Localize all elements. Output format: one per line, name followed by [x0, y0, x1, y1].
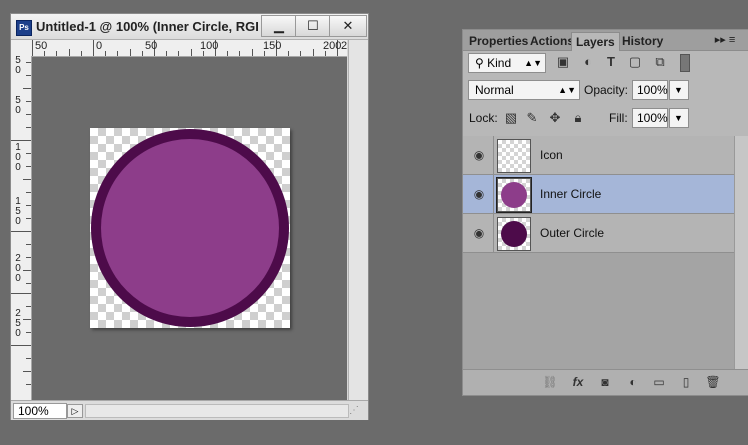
photoshop-app-icon: Ps — [16, 20, 32, 36]
eye-icon[interactable]: ◉ — [471, 148, 487, 162]
ruler-label: 1 0 0 — [15, 142, 21, 173]
layers-scrollbar[interactable] — [734, 136, 748, 369]
eye-icon[interactable]: ◉ — [471, 187, 487, 201]
ruler-label: 50 — [145, 40, 158, 52]
folder-icon[interactable]: ▭ — [650, 374, 668, 390]
ruler-label: 0 — [96, 40, 103, 52]
layer-name: Outer Circle — [540, 226, 605, 240]
opacity-chevron-icon[interactable]: ▼ — [669, 80, 689, 100]
fill-field[interactable]: 100% — [632, 108, 668, 128]
trash-icon[interactable]: 🗑︎ — [704, 374, 722, 390]
inner-circle-thumb — [501, 182, 527, 208]
blend-mode-value: Normal — [475, 83, 514, 97]
layer-thumbnail — [496, 177, 532, 213]
status-info-icon[interactable]: ▷ — [67, 404, 83, 418]
opacity-label: Opacity: — [584, 83, 629, 97]
ruler-label: 5 0 — [15, 95, 21, 116]
image-filter-icon[interactable]: ▣ — [555, 54, 571, 70]
layers-list: ◉ Icon ◉ Inner Circle ◉ Outer Circle — [463, 136, 734, 369]
document-canvas[interactable] — [90, 128, 290, 328]
close-button[interactable]: ✕ — [329, 15, 367, 37]
blend-mode-select[interactable]: Normal ▲▼ — [468, 80, 580, 100]
horizontal-ruler[interactable]: 50 0 50 100 150 200 2 — [31, 40, 347, 57]
horizontal-scrollbar[interactable] — [85, 404, 349, 418]
adjustment-icon[interactable]: ◐ — [624, 374, 642, 390]
layer-thumbnail — [497, 139, 531, 173]
tab-layers[interactable]: Layers — [571, 32, 620, 51]
ruler-label: 200 — [323, 40, 342, 52]
resize-grip-icon[interactable]: ⋰ — [349, 405, 361, 417]
document-title-bar[interactable]: Ps Untitled-1 @ 100% (Inner Circle, RGB.… — [11, 14, 368, 40]
adjustment-filter-icon[interactable]: ◐ — [580, 54, 596, 70]
ruler-label: 2 — [341, 40, 347, 52]
layers-footer: ⛓ fx ◙ ◐ ▭ ▯ 🗑︎ — [463, 369, 748, 395]
layer-row-icon[interactable]: ◉ Icon — [463, 136, 734, 175]
ruler-label: 2 0 0 — [15, 253, 21, 284]
ruler-origin[interactable] — [11, 40, 32, 57]
vertical-ruler[interactable]: 5 0 5 0 1 0 0 1 5 0 2 0 0 2 5 0 — [11, 56, 32, 400]
minimize-button[interactable]: ▁ — [261, 15, 297, 37]
chevron-down-icon: ▲▼ — [524, 58, 542, 68]
mask-icon[interactable]: ◙ — [596, 374, 614, 390]
ruler-label: 2 5 0 — [15, 308, 21, 339]
lock-position-icon[interactable]: ✥ — [547, 110, 563, 126]
layer-filter-label: Kind — [487, 56, 512, 70]
panel-menu-icon[interactable]: ▸▸ ≡ — [703, 32, 747, 48]
opacity-field[interactable]: 100% — [632, 80, 668, 100]
layers-panel: Properties Actions Layers History ▸▸ ≡ ⚲… — [462, 29, 748, 396]
fill-chevron-icon[interactable]: ▼ — [669, 108, 689, 128]
eye-icon[interactable]: ◉ — [471, 226, 487, 240]
layer-row-outer-circle[interactable]: ◉ Outer Circle — [463, 214, 734, 253]
zoom-level-field[interactable]: 100% — [13, 403, 67, 419]
fx-icon[interactable]: fx — [569, 374, 587, 390]
tab-properties[interactable]: Properties — [465, 32, 532, 50]
panel-tab-bar: Properties Actions Layers History ▸▸ ≡ — [463, 30, 748, 51]
maximize-button[interactable]: ☐ — [295, 15, 331, 37]
status-bar: 100% ▷ ⋰ — [11, 400, 368, 420]
fill-label: Fill: — [609, 111, 628, 125]
lock-label: Lock: — [469, 111, 498, 125]
canvas-workspace[interactable] — [32, 57, 347, 400]
layer-thumbnail — [497, 217, 531, 251]
filter-toggle-icon[interactable] — [680, 54, 690, 72]
outer-circle-thumb — [501, 221, 527, 247]
chevron-down-icon: ▲▼ — [558, 85, 576, 95]
document-title: Untitled-1 @ 100% (Inner Circle, RGB... — [36, 19, 258, 34]
layer-row-inner-circle[interactable]: ◉ Inner Circle — [463, 175, 734, 214]
horizontal-ruler-ticks — [32, 40, 338, 56]
ruler-label: 150 — [263, 40, 282, 52]
lock-image-pixels-icon[interactable]: ✎ — [524, 110, 540, 126]
tab-history[interactable]: History — [618, 32, 667, 50]
ruler-label: 50 — [35, 40, 48, 52]
circle-artwork — [91, 129, 289, 327]
new-layer-icon[interactable]: ▯ — [677, 374, 695, 390]
ruler-label: 5 0 — [15, 56, 21, 76]
shape-filter-icon[interactable]: ▢ — [627, 54, 643, 70]
layer-filter-select[interactable]: ⚲ Kind ▲▼ — [468, 53, 546, 73]
link-icon[interactable]: ⛓ — [541, 374, 559, 390]
vertical-scrollbar[interactable] — [348, 40, 368, 400]
lock-transparent-pixels-icon[interactable]: ▧ — [503, 110, 519, 126]
lock-all-icon[interactable]: 🔒︎ — [570, 110, 586, 126]
search-icon: ⚲ — [475, 56, 488, 70]
ruler-label: 100 — [200, 40, 219, 52]
layer-name: Icon — [540, 148, 563, 162]
inner-circle-shape — [101, 139, 279, 317]
smart-object-filter-icon[interactable]: ⧉ — [652, 54, 668, 70]
layer-name: Inner Circle — [540, 187, 602, 201]
type-filter-icon[interactable]: T — [603, 54, 619, 70]
ruler-label: 1 5 0 — [15, 196, 21, 227]
document-window: Ps Untitled-1 @ 100% (Inner Circle, RGB.… — [10, 13, 369, 420]
